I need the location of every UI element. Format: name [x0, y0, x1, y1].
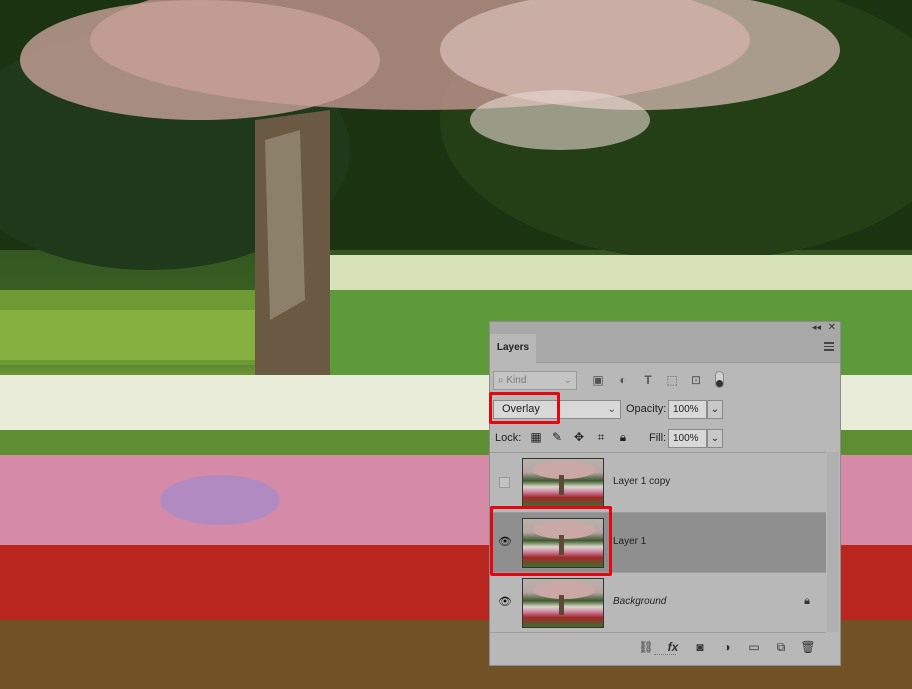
opacity-dropdown-button[interactable]: ⌄ — [707, 400, 723, 419]
link-layers-icon[interactable]: ⛓ — [638, 639, 654, 655]
fill-dropdown-button[interactable]: ⌄ — [707, 429, 723, 448]
layers-panel: ◂◂ ✕ Layers ⌕ Kind ⌄ ▣ ◐ T ⬚ ⊡ Overlay ⌄… — [489, 321, 841, 666]
panel-title-strip[interactable]: ◂◂ ✕ — [490, 322, 840, 334]
fx-icon[interactable]: fx — [665, 639, 681, 655]
lock-image-pixels-icon[interactable]: ✎ — [550, 430, 564, 444]
smart-object-filter-icon[interactable]: ⊡ — [689, 373, 703, 387]
layer-row-layer-1-copy[interactable]: Layer 1 copy — [490, 453, 826, 513]
layer-thumbnail — [522, 458, 604, 508]
layer-name[interactable]: Background — [613, 596, 666, 607]
layer-name[interactable]: Layer 1 — [613, 536, 646, 547]
fill-input[interactable]: 100% — [668, 429, 707, 448]
close-panel-icon[interactable]: ✕ — [828, 322, 836, 333]
add-mask-icon[interactable]: ◙ — [692, 639, 708, 655]
panel-menu-icon[interactable] — [824, 342, 834, 351]
highlight-blend-mode — [489, 392, 560, 424]
lock-artboard-icon[interactable]: ⌗ — [594, 430, 608, 444]
layer-name[interactable]: Layer 1 copy — [613, 476, 670, 487]
adjustment-layer-icon[interactable]: ◑ — [719, 639, 735, 655]
filter-kind-select[interactable]: ⌕ Kind ⌄ — [493, 371, 577, 390]
filter-row: ⌕ Kind ⌄ ▣ ◐ T ⬚ ⊡ — [493, 371, 838, 391]
layers-scrollbar[interactable] — [827, 452, 839, 632]
layer-thumbnail — [522, 578, 604, 628]
delete-icon[interactable]: 🗑︎ — [800, 639, 816, 655]
collapse-panel-icon[interactable]: ◂◂ — [812, 322, 821, 333]
highlight-layer-1 — [490, 506, 612, 576]
new-group-icon[interactable]: ▭ — [746, 639, 762, 655]
chevron-down-icon: ⌄ — [607, 404, 616, 415]
adjustment-filter-icon[interactable]: ◐ — [616, 373, 630, 387]
lock-position-icon[interactable]: ✥ — [572, 430, 586, 444]
type-filter-icon[interactable]: T — [641, 373, 655, 387]
lock-icon: 🔒︎ — [804, 595, 810, 607]
new-layer-icon[interactable]: ⧉ — [773, 639, 789, 655]
fill-label: Fill: — [649, 432, 667, 444]
layer-row-background[interactable]: 👁︎ Background 🔒︎ — [490, 573, 826, 633]
filter-kind-label: Kind — [506, 375, 527, 386]
lock-label: Lock: — [495, 432, 522, 444]
panel-tab-bar: Layers — [490, 334, 840, 363]
chevron-down-icon: ⌄ — [563, 375, 572, 386]
eye-icon[interactable]: 👁︎ — [498, 596, 512, 608]
opacity-label: Opacity: — [626, 403, 667, 415]
image-filter-icon[interactable]: ▣ — [591, 373, 605, 387]
visibility-toggle-off[interactable] — [499, 477, 510, 488]
lock-all-icon[interactable]: 🔒︎ — [616, 430, 630, 444]
lock-row: Lock: ▦ ✎ ✥ ⌗ 🔒︎ Fill: 100% ⌄ — [493, 429, 838, 449]
tab-layers[interactable]: Layers — [490, 334, 536, 363]
resize-grip[interactable] — [654, 654, 676, 658]
lock-transparent-pixels-icon[interactable]: ▦ — [529, 430, 543, 444]
filter-toggle[interactable] — [715, 371, 724, 388]
opacity-input[interactable]: 100% — [668, 400, 707, 419]
panel-footer: ⛓ fx ◙ ◑ ▭ ⧉ 🗑︎ — [490, 637, 840, 659]
shape-filter-icon[interactable]: ⬚ — [665, 373, 679, 387]
